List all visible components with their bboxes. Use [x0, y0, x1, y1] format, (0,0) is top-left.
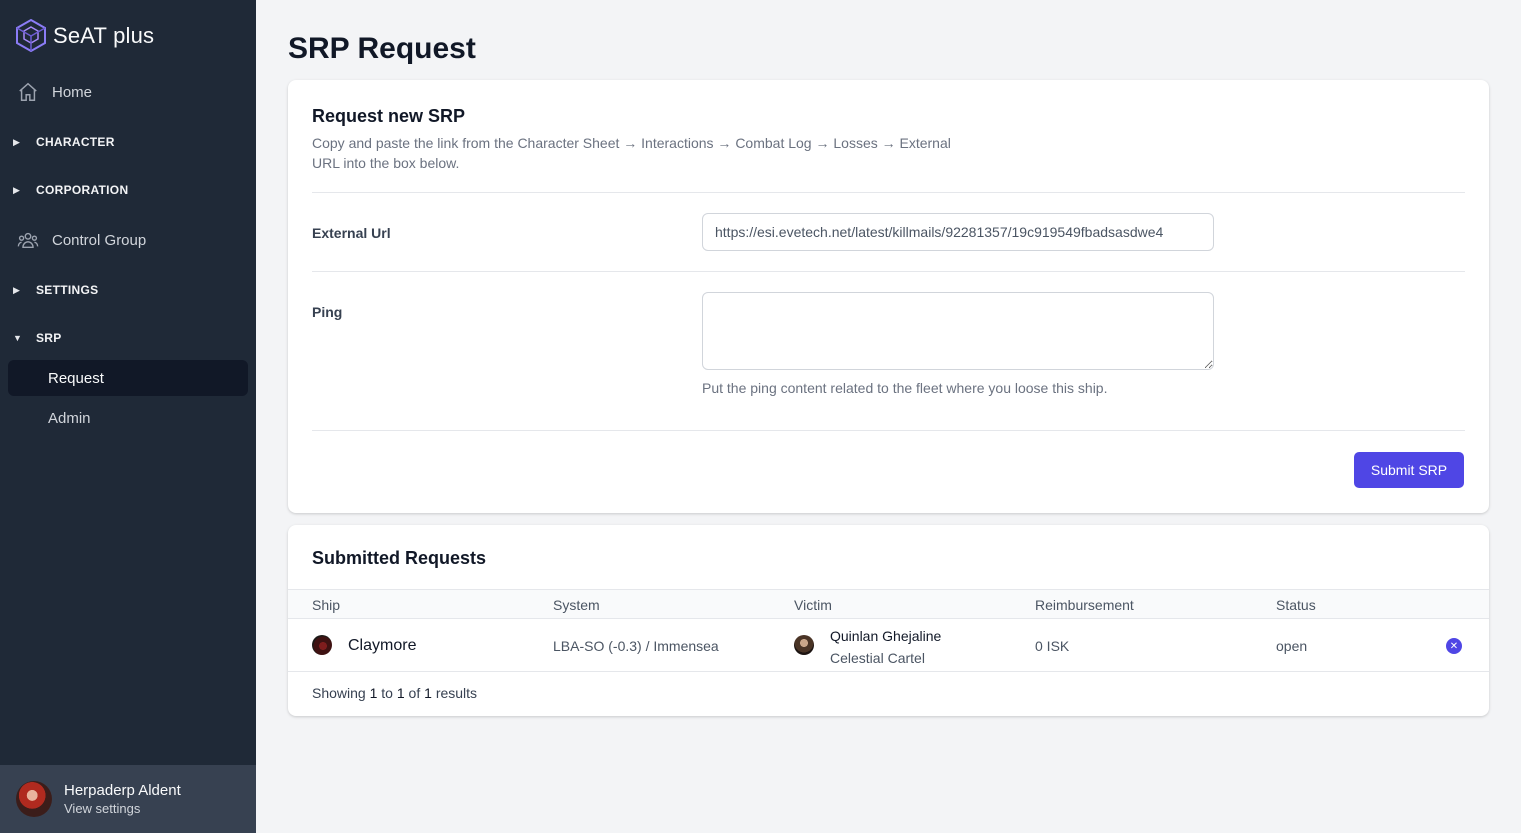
pagination-to: 1 [396, 685, 405, 701]
sidebar-section-label: SRP [36, 331, 62, 345]
pagination-summary: Showing 1 to 1 of 1 results [312, 685, 477, 701]
sidebar-item-label: Admin [48, 409, 91, 427]
submitted-requests-card: Submitted Requests Ship System Victim Re… [288, 525, 1489, 716]
pagination-prefix: Showing [312, 685, 366, 701]
view-settings-link[interactable]: View settings [64, 801, 181, 816]
home-icon [16, 80, 40, 104]
column-header-system[interactable]: System [553, 597, 600, 613]
victim-name: Quinlan Ghejaline [830, 628, 942, 644]
column-header-ship[interactable]: Ship [312, 597, 340, 613]
close-icon[interactable]: ✕ [1446, 638, 1462, 654]
pagination-of-word: of [408, 685, 421, 701]
sidebar-item-label: Request [48, 369, 104, 387]
request-form-description: Copy and paste the link from the Charact… [312, 135, 951, 171]
users-icon [16, 228, 40, 252]
ping-help-text: Put the ping content related to the flee… [702, 380, 1108, 396]
avatar [16, 781, 52, 817]
pagination-suffix: results [435, 685, 478, 701]
chevron-right-icon: ▶ [13, 184, 21, 195]
pagination-from: 1 [369, 685, 378, 701]
external-url-label: External Url [312, 225, 391, 241]
victim-corporation: Celestial Cartel [830, 650, 925, 666]
sidebar-section-label: CHARACTER [36, 135, 115, 149]
sidebar: SeAT plus Home ▶ CHARACTER ▶ CORPORATION… [0, 0, 256, 833]
external-url-input[interactable]: https://esi.evetech.net/latest/killmails… [702, 213, 1214, 251]
victim-portrait-icon [794, 635, 814, 655]
status-cell: open [1276, 638, 1308, 654]
column-header-status[interactable]: Status [1276, 597, 1316, 613]
seat-logo-icon [16, 19, 46, 52]
user-name: Herpaderp Aldent [64, 782, 181, 799]
divider [312, 271, 1465, 272]
chevron-right-icon: ▶ [13, 136, 21, 147]
ship-icon [312, 635, 332, 655]
ping-label: Ping [312, 304, 343, 320]
column-header-reimbursement[interactable]: Reimbursement [1035, 597, 1134, 613]
ping-textarea[interactable] [702, 292, 1214, 370]
brand-name: SeAT plus [53, 22, 155, 48]
pagination-to-word: to [381, 685, 393, 701]
chevron-right-icon: ▶ [13, 284, 21, 295]
ship-name: Claymore [348, 637, 417, 654]
sidebar-section-character[interactable]: ▶ CHARACTER [8, 126, 248, 158]
user-profile[interactable]: Herpaderp Aldent View settings [0, 765, 256, 833]
column-header-victim[interactable]: Victim [794, 597, 832, 613]
system-cell: LBA-SO (-0.3) / Immensea [553, 638, 719, 654]
sidebar-section-label: SETTINGS [36, 283, 99, 297]
reimbursement-cell: 0 ISK [1035, 638, 1070, 654]
sidebar-item-admin[interactable]: Admin [8, 400, 248, 436]
chevron-down-icon: ▼ [13, 333, 23, 343]
table-row[interactable]: Claymore LBA-SO (-0.3) / Immensea Quinla… [288, 619, 1489, 672]
request-form-card: Request new SRP Copy and paste the link … [288, 80, 1489, 513]
sidebar-item-label: Home [52, 83, 93, 101]
submit-srp-button[interactable]: Submit SRP [1354, 452, 1464, 488]
divider [312, 192, 1465, 193]
sidebar-item-home[interactable]: Home [8, 74, 248, 110]
sidebar-item-control-group[interactable]: Control Group [8, 222, 248, 258]
sidebar-item-request[interactable]: Request [8, 360, 248, 396]
brand[interactable]: SeAT plus [16, 19, 154, 52]
request-form-title: Request new SRP [312, 106, 466, 126]
sidebar-section-srp[interactable]: ▼ SRP [8, 322, 248, 354]
divider [312, 430, 1465, 431]
sidebar-section-label: CORPORATION [36, 183, 129, 197]
pagination-total: 1 [424, 685, 432, 701]
table-header: Ship System Victim Reimbursement Status [288, 589, 1489, 619]
page-title: SRP Request [288, 32, 476, 65]
sidebar-section-settings[interactable]: ▶ SETTINGS [8, 274, 248, 306]
submitted-requests-title: Submitted Requests [312, 548, 487, 568]
sidebar-section-corporation[interactable]: ▶ CORPORATION [8, 174, 248, 206]
sidebar-item-label: Control Group [52, 231, 147, 249]
